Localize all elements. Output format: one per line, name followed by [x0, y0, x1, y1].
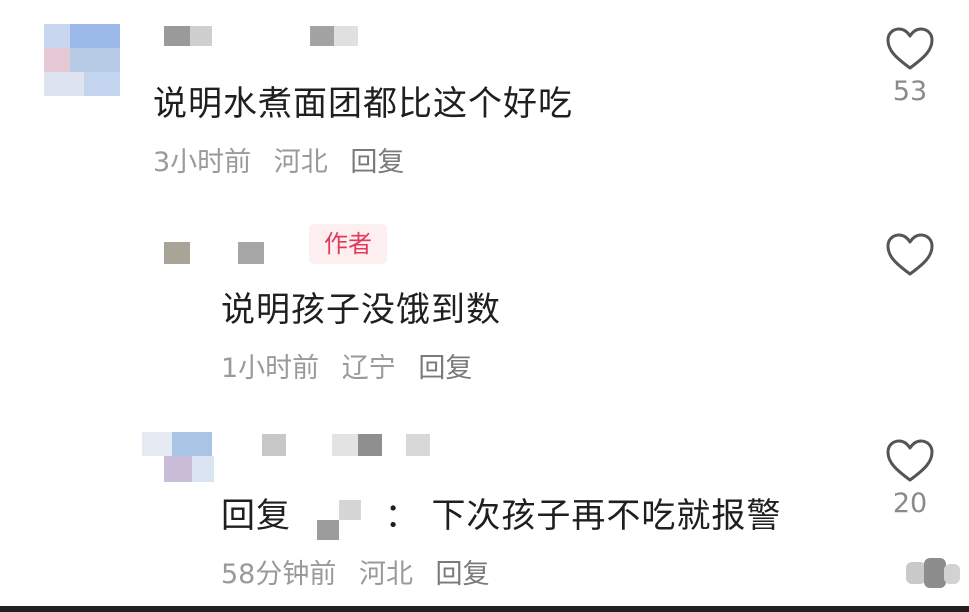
like-button[interactable] — [880, 232, 940, 282]
text-separator: ： — [384, 496, 420, 536]
like-count: 53 — [892, 76, 928, 107]
avatar[interactable] — [44, 24, 120, 96]
comment-meta: 1小时前 辽宁 回复 — [221, 346, 486, 385]
bottom-divider — [0, 606, 969, 612]
author-badge: 作者 — [309, 224, 387, 264]
username[interactable] — [164, 238, 284, 268]
comment-time: 3小时前 — [153, 147, 252, 178]
comment-location: 辽宁 — [341, 353, 396, 384]
like-button[interactable]: 20 — [880, 438, 940, 519]
comment-text: 说明孩子没饿到数 — [221, 290, 501, 330]
username[interactable] — [142, 432, 442, 482]
reply-button[interactable]: 回复 — [350, 147, 404, 178]
reply-prefix: 回复 — [221, 496, 291, 536]
comment-text: 回复 ： 下次孩子再不吃就报警 — [221, 488, 782, 540]
reply-button[interactable]: 回复 — [418, 353, 472, 384]
heart-outline-icon — [886, 27, 934, 70]
comment-text: 说明水煮面团都比这个好吃 — [153, 84, 573, 124]
mentioned-user[interactable] — [303, 498, 373, 540]
watermark — [906, 556, 962, 592]
reply-body: 下次孩子再不吃就报警 — [431, 496, 782, 536]
comment-time: 1小时前 — [221, 353, 320, 384]
heart-outline-icon — [886, 439, 934, 482]
comment-time: 58分钟前 — [221, 559, 337, 590]
comment-location: 河北 — [273, 147, 328, 178]
comment-meta: 58分钟前 河北 回复 — [221, 552, 504, 591]
like-button[interactable]: 53 — [880, 26, 940, 107]
heart-outline-icon — [886, 233, 934, 276]
reply-button[interactable]: 回复 — [436, 559, 490, 590]
comment-location: 河北 — [358, 559, 413, 590]
comment-meta: 3小时前 河北 回复 — [153, 140, 418, 179]
like-count: 20 — [892, 488, 928, 519]
username[interactable] — [164, 22, 364, 50]
